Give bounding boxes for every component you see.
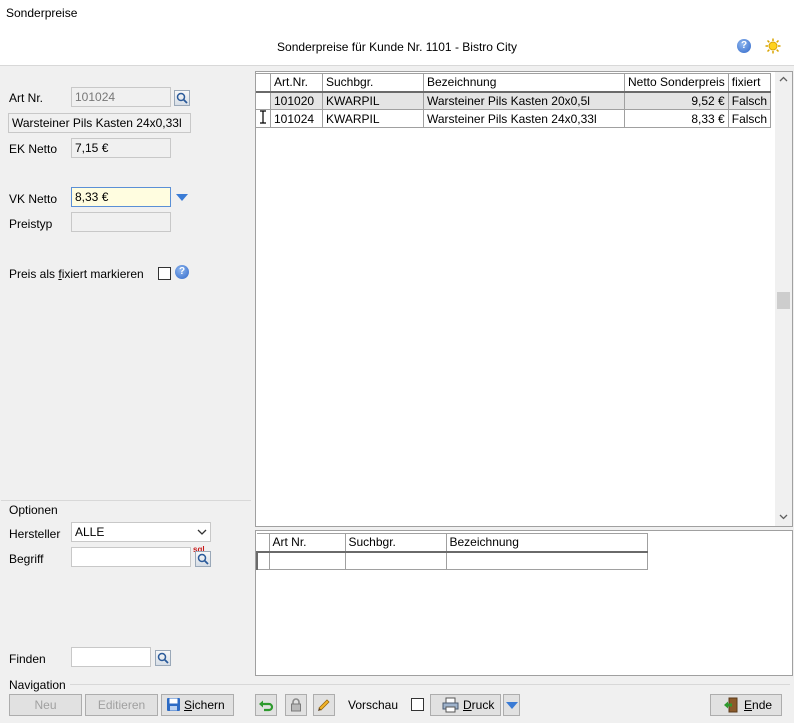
- vk-netto-label: VK Netto: [9, 192, 58, 206]
- fixiert-label: Preis als fixiert markieren: [9, 267, 144, 281]
- begriff-input[interactable]: [71, 547, 191, 567]
- lower-grid[interactable]: Art Nr. Suchbgr. Bezeichnung: [255, 530, 793, 676]
- navigation-title: Navigation: [9, 678, 66, 692]
- table-row[interactable]: 101024 KWARPIL Warsteiner Pils Kasten 24…: [256, 109, 772, 128]
- column-header[interactable]: Suchbgr.: [344, 533, 447, 553]
- window-title: Sonderpreise: [6, 6, 78, 20]
- exit-door-icon: [724, 697, 738, 713]
- cell-suchbgr[interactable]: KWARPIL: [322, 109, 424, 128]
- begriff-search-button[interactable]: [195, 551, 211, 567]
- finden-label: Finden: [9, 652, 46, 666]
- cell-fixiert[interactable]: Falsch: [727, 91, 772, 110]
- search-icon: [197, 553, 209, 565]
- art-nr-label: Art Nr.: [9, 91, 44, 105]
- search-icon: [157, 652, 169, 664]
- pencil-icon: [318, 699, 330, 711]
- options-separator: [1, 500, 251, 501]
- edit-button[interactable]: Editieren: [85, 694, 158, 716]
- new-button[interactable]: Neu: [9, 694, 82, 716]
- row-indicator: [256, 551, 270, 570]
- cell-bezeichnung[interactable]: Warsteiner Pils Kasten 24x0,33l: [423, 109, 625, 128]
- search-results-table: Art Nr. Suchbgr. Bezeichnung: [256, 533, 648, 570]
- scroll-down-icon[interactable]: [779, 514, 788, 520]
- lock-icon: [291, 698, 301, 712]
- column-header[interactable]: Art.Nr.: [270, 73, 323, 93]
- cell-bezeichnung[interactable]: [445, 551, 648, 570]
- row-indicator: [256, 109, 271, 128]
- title-bar: Sonderpreise: [0, 0, 794, 28]
- art-nr-field[interactable]: 101024: [71, 87, 171, 107]
- fixiert-checkbox[interactable]: [158, 267, 171, 280]
- table-row[interactable]: 101020 KWARPIL Warsteiner Pils Kasten 20…: [256, 91, 772, 110]
- exit-button[interactable]: Ende: [710, 694, 782, 716]
- scrollbar-thumb[interactable]: [777, 292, 790, 309]
- preistyp-field: [71, 212, 171, 232]
- cell-fixiert[interactable]: Falsch: [727, 109, 772, 128]
- help-icon[interactable]: ?: [737, 39, 751, 53]
- ek-netto-label: EK Netto: [9, 142, 58, 156]
- hersteller-value: ALLE: [75, 525, 105, 539]
- ek-netto-field: 7,15 €: [71, 138, 171, 158]
- options-title: Optionen: [9, 503, 58, 517]
- fixiert-help-icon[interactable]: ?: [175, 265, 189, 279]
- edit-cursor-icon: [260, 110, 266, 124]
- preview-label: Vorschau: [348, 698, 399, 712]
- column-header[interactable]: Netto Sonderpreis: [624, 73, 729, 93]
- search-icon: [176, 92, 188, 104]
- page-title: Sonderpreise für Kunde Nr. 1101 - Bistro…: [277, 40, 517, 54]
- cell-netto-sonderpreis[interactable]: 9,52 €: [624, 91, 729, 110]
- triangle-down-icon[interactable]: [176, 194, 188, 201]
- hersteller-select[interactable]: ALLE: [71, 522, 211, 542]
- print-button[interactable]: Druck: [430, 694, 501, 716]
- cell-art-nr[interactable]: [268, 551, 346, 570]
- row-indicator-header: [256, 73, 271, 93]
- chevron-down-icon: [197, 529, 207, 535]
- column-header[interactable]: Bezeichnung: [445, 533, 648, 553]
- column-header[interactable]: Bezeichnung: [423, 73, 625, 93]
- column-header[interactable]: fixiert: [727, 73, 772, 93]
- hersteller-label: Hersteller: [9, 527, 61, 541]
- finden-input[interactable]: [71, 647, 151, 667]
- begriff-label: Begriff: [9, 552, 44, 566]
- scroll-up-icon[interactable]: [779, 76, 788, 82]
- save-button[interactable]: Sichern: [161, 694, 234, 716]
- cell-bezeichnung[interactable]: Warsteiner Pils Kasten 20x0,5l: [423, 91, 625, 110]
- triangle-down-icon: [506, 702, 518, 709]
- undo-arrow-icon: [259, 700, 274, 712]
- cell-netto-sonderpreis[interactable]: 8,33 €: [624, 109, 729, 128]
- finden-search-button[interactable]: [155, 650, 171, 666]
- edit-pencil-button[interactable]: [313, 694, 335, 716]
- main-grid[interactable]: Art.Nr. Suchbgr. Bezeichnung Netto Sonde…: [255, 71, 793, 527]
- art-nr-search-button[interactable]: [174, 90, 190, 106]
- column-header[interactable]: Suchbgr.: [322, 73, 424, 93]
- navigation-bar: Navigation Neu Editieren Sichern Vorscha…: [0, 678, 794, 723]
- special-prices-table: Art.Nr. Suchbgr. Bezeichnung Netto Sonde…: [256, 73, 772, 128]
- sun-icon[interactable]: [765, 38, 781, 54]
- preview-checkbox[interactable]: [411, 698, 424, 711]
- main-grid-scrollbar[interactable]: [775, 72, 792, 526]
- cell-art-nr[interactable]: 101020: [270, 91, 323, 110]
- print-options-button[interactable]: [503, 694, 520, 716]
- preistyp-label: Preistyp: [9, 217, 53, 231]
- row-indicator-header: [257, 533, 270, 553]
- column-header[interactable]: Art Nr.: [268, 533, 346, 553]
- lock-button[interactable]: [285, 694, 307, 716]
- undo-button[interactable]: [255, 694, 277, 716]
- printer-icon: [442, 697, 459, 713]
- article-description-field: Warsteiner Pils Kasten 24x0,33l: [8, 113, 191, 133]
- table-header-row: Art Nr. Suchbgr. Bezeichnung: [257, 533, 648, 553]
- vk-netto-input[interactable]: 8,33 €: [71, 187, 171, 207]
- table-row[interactable]: [256, 551, 648, 570]
- navigation-separator: [70, 684, 790, 685]
- cell-suchbgr[interactable]: KWARPIL: [322, 91, 424, 110]
- page-header: Sonderpreise für Kunde Nr. 1101 - Bistro…: [0, 28, 794, 66]
- cell-art-nr[interactable]: 101024: [270, 109, 323, 128]
- cell-suchbgr[interactable]: [344, 551, 447, 570]
- table-header-row: Art.Nr. Suchbgr. Bezeichnung Netto Sonde…: [256, 73, 772, 93]
- row-indicator: [256, 91, 271, 110]
- floppy-disk-icon: [167, 698, 180, 711]
